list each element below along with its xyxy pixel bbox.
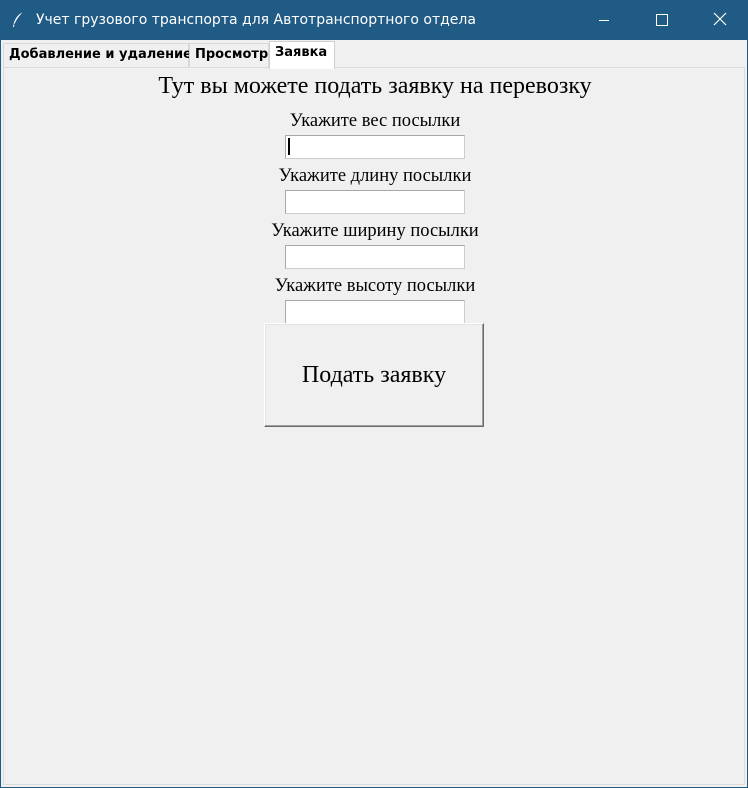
maximize-button[interactable] [633,0,691,40]
minimize-icon [598,11,610,30]
length-input[interactable] [285,190,465,214]
height-label: Укажите высоту посылки [274,276,476,296]
tab-view[interactable]: Просмотр [189,43,269,67]
minimize-button[interactable] [575,0,633,40]
maximize-icon [656,11,668,30]
tab-add-remove[interactable]: Добавление и удаление [3,43,192,67]
submit-request-button[interactable]: Подать заявку [264,323,484,427]
page-heading: Тут вы можете подать заявку на перевозку [158,73,592,99]
width-label: Укажите ширину посылки [271,221,479,241]
width-input[interactable] [285,245,465,269]
close-button[interactable] [691,0,748,40]
feather-icon [11,11,25,29]
app-window: Учет грузового транспорта для Автотрансп… [0,0,748,788]
weight-input[interactable] [285,135,465,159]
title-bar[interactable]: Учет грузового транспорта для Автотрансп… [1,0,748,40]
text-cursor [288,138,290,155]
window-title: Учет грузового транспорта для Автотрансп… [36,12,476,28]
length-label: Укажите длину посылки [278,166,472,186]
close-icon [713,11,727,30]
tab-request[interactable]: Заявка [269,41,335,69]
weight-label: Укажите вес посылки [289,111,461,131]
height-input[interactable] [285,300,465,324]
